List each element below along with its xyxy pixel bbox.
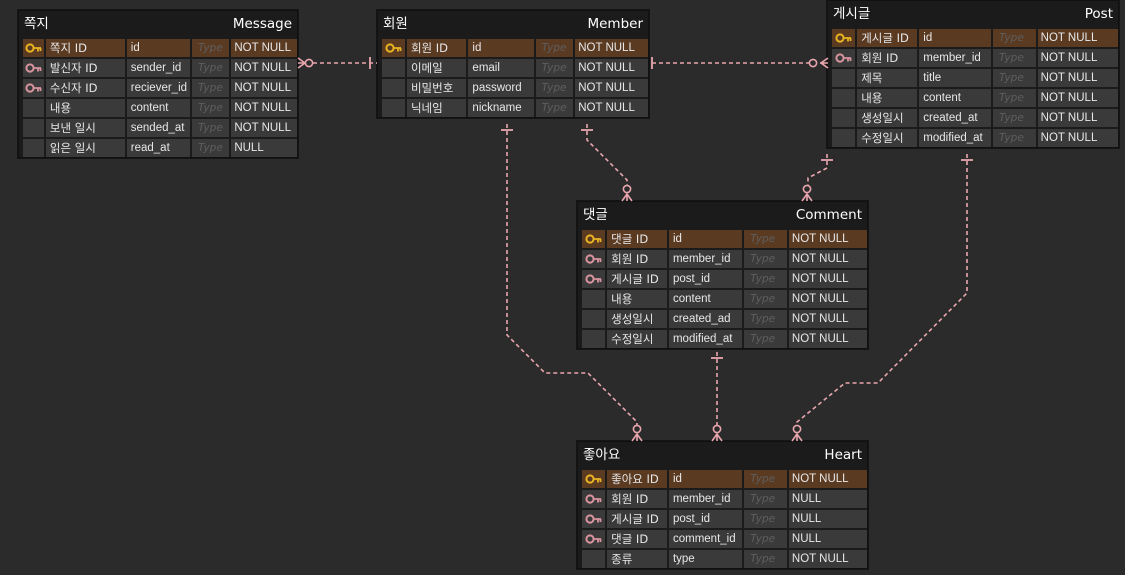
many-marker bbox=[791, 432, 803, 442]
many-marker bbox=[297, 57, 307, 69]
many-marker bbox=[819, 57, 829, 69]
relationship-line bbox=[796, 154, 968, 427]
many-marker bbox=[621, 192, 633, 202]
zero-marker bbox=[622, 184, 632, 194]
zero-marker bbox=[712, 424, 722, 434]
erd-canvas: 쪽지 Message 쪽지 ID id Type NOT NULL 발신자 ID sender… bbox=[0, 0, 1125, 575]
relationship-line bbox=[807, 154, 828, 187]
zero-marker bbox=[808, 58, 818, 68]
zero-marker bbox=[632, 424, 642, 434]
zero-marker bbox=[792, 424, 802, 434]
zero-marker bbox=[802, 184, 812, 194]
relationship-lines bbox=[297, 57, 973, 442]
zero-marker bbox=[304, 58, 314, 68]
many-marker bbox=[631, 432, 643, 442]
many-marker bbox=[711, 432, 723, 442]
many-marker bbox=[801, 192, 813, 202]
relationship-line bbox=[586, 124, 628, 187]
